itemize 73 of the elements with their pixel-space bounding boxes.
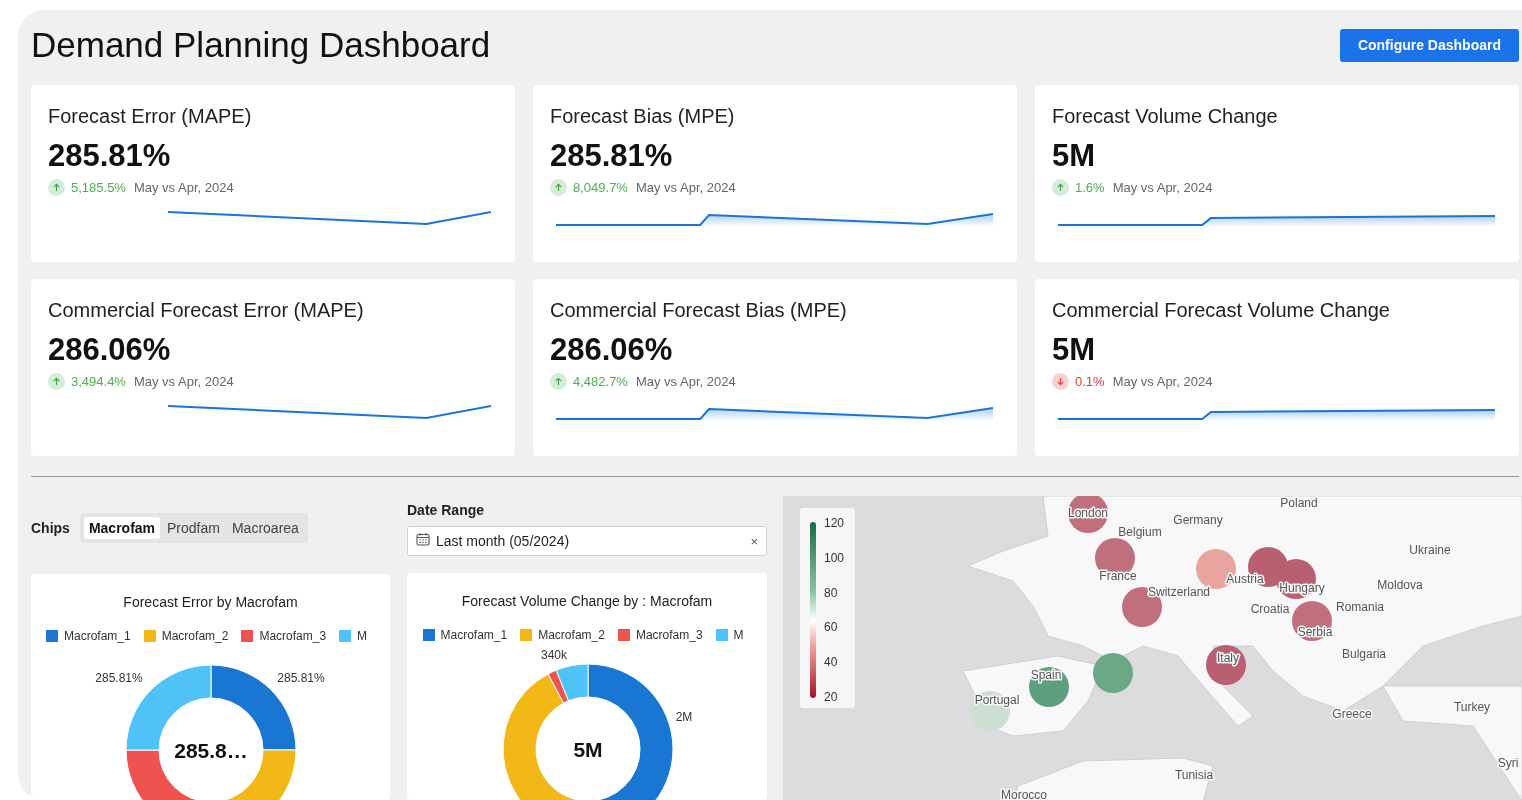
field-value: Last month (05/2024) [436, 533, 571, 549]
kpi-value: 286.06% [550, 332, 674, 368]
scale-label: 20 [824, 690, 839, 704]
kpi-value: 5M [1052, 332, 1097, 368]
date-range-field[interactable]: Last month (05/2024) × [407, 526, 767, 556]
map-label: Romania [1336, 600, 1384, 614]
scale-label: 120 [824, 516, 845, 530]
slice-label: 285.81% [95, 671, 143, 685]
slice-label: 2M [675, 710, 692, 724]
legend-label: Macrofam_1 [64, 629, 131, 643]
map-label: Turkey [1453, 700, 1491, 714]
delta-value: 8,049.7% [573, 180, 628, 195]
period-label: May vs Apr, 2024 [635, 180, 736, 195]
period-label: May vs Apr, 2024 [133, 374, 234, 389]
scale-label: 100 [824, 550, 845, 565]
map-label: Belgium [1118, 525, 1162, 539]
scale-label: 60 [824, 620, 839, 635]
delta-value: 0.1% [1075, 374, 1105, 389]
map-label: Greece [1332, 707, 1372, 721]
chip[interactable]: Prodfam [162, 517, 225, 539]
map-label: Syri [1497, 756, 1519, 770]
field-label: Date Range [407, 502, 486, 518]
map-label: Spain [1030, 668, 1062, 682]
map-label: Ukraine [1409, 543, 1451, 557]
map-label: Morocco [1001, 788, 1047, 800]
kpi-title: Forecast Error (MAPE) [48, 105, 253, 128]
chip[interactable]: Macrofam [83, 517, 161, 539]
map-label: Poland [1280, 496, 1318, 510]
legend-label: M [733, 628, 744, 642]
period-label: May vs Apr, 2024 [1112, 180, 1213, 195]
period-label: May vs Apr, 2024 [635, 374, 736, 389]
period-label: May vs Apr, 2024 [133, 180, 234, 195]
legend-label: Macrofam_3 [635, 628, 703, 642]
kpi-value: 5M [1052, 138, 1097, 174]
donut-center-value: 285.8… [174, 739, 248, 762]
scale-label: 40 [824, 655, 839, 670]
map-label: Tunisia [1174, 768, 1214, 782]
map-label: Moldova [1377, 578, 1423, 592]
legend-label: Macrofam_1 [440, 628, 508, 642]
map-label: Italy [1217, 651, 1239, 665]
clear-button[interactable]: × [750, 533, 758, 549]
delta-value: 5,185.5% [71, 180, 126, 195]
delta-value: 4,482.7% [573, 374, 628, 389]
chip[interactable]: Macroarea [226, 517, 304, 539]
map-label: London [1068, 506, 1108, 520]
map-label: Croatia [1250, 602, 1290, 616]
delta-value: 1.6% [1075, 180, 1105, 195]
kpi-title: Forecast Bias (MPE) [550, 105, 736, 128]
kpi-title: Commercial Forecast Bias (MPE) [550, 299, 848, 322]
chips-label: Chips [31, 520, 70, 536]
configure-dashboard-button[interactable]: Configure Dashboard [1339, 28, 1519, 62]
kpi-value: 285.81% [550, 138, 674, 174]
delta-value: 3,494.4% [71, 374, 126, 389]
map-label: Portugal [974, 693, 1020, 707]
scale-label: 80 [824, 585, 839, 600]
kpi-title: Forecast Volume Change [1052, 105, 1279, 128]
legend-label: M [357, 629, 368, 643]
kpi-title: Commercial Forecast Volume Change [1052, 299, 1391, 322]
map-label: Bulgaria [1342, 647, 1386, 661]
legend-label: Macrofam_2 [538, 628, 605, 642]
map-label: Germany [1173, 513, 1223, 527]
kpi-title: Commercial Forecast Error (MAPE) [48, 299, 365, 322]
kpi-value: 286.06% [48, 332, 172, 368]
legend-label: Macrofam_3 [259, 629, 327, 643]
page-title: Demand Planning Dashboard [31, 25, 491, 65]
chart-title: Forecast Volume Change by : Macrofam [461, 593, 713, 609]
donut-center-value: 5M [572, 738, 603, 761]
legend-label: Macrofam_2 [161, 629, 229, 643]
slice-label: 285.81% [277, 671, 325, 685]
period-label: May vs Apr, 2024 [1112, 374, 1213, 389]
chart-title: Forecast Error by Macrofam [123, 594, 298, 610]
slice-label: 340k [540, 648, 567, 662]
kpi-value: 285.81% [48, 138, 172, 174]
